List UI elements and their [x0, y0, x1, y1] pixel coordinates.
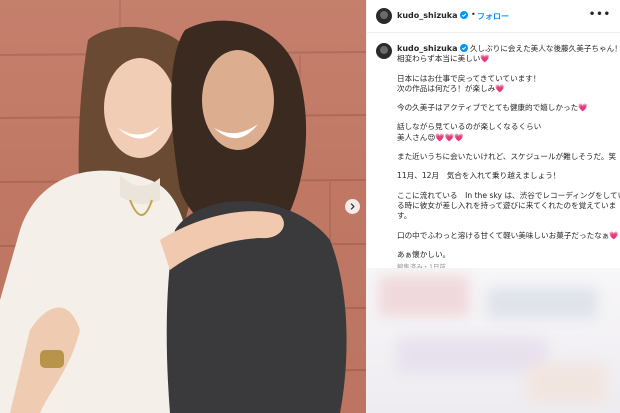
carousel-next-button[interactable]	[345, 199, 360, 214]
blur-shape	[379, 276, 469, 316]
avatar[interactable]	[376, 8, 392, 24]
more-options-icon[interactable]: •••	[589, 9, 611, 20]
caption-line: 美人さん😍💗💗💗	[397, 132, 464, 142]
header-username[interactable]: kudo_shizuka	[397, 11, 468, 20]
caption-username[interactable]: kudo_shizuka	[397, 44, 458, 53]
caption-block: kudo_shizuka 久しぶりに会えた美人な後藤久美子ちゃん！ 相変わらず本…	[367, 32, 620, 271]
caption-line: 話しながら見ているのが楽しくなるくらい	[397, 122, 542, 132]
chevron-right-icon	[350, 203, 355, 210]
caption-line: 久しぶりに会えた美人な後藤久美子ちゃん！	[469, 44, 620, 53]
blur-shape	[487, 288, 597, 318]
header-separator: •	[471, 10, 476, 19]
blur-shape	[397, 338, 547, 373]
caption-line: 11月、12月 気合を入れて乗り越えましょう！	[397, 171, 561, 181]
caption-line: 相変わらず本当に美しい💗	[397, 54, 490, 64]
username-text: kudo_shizuka	[397, 11, 458, 20]
blurred-comments-area	[367, 268, 620, 413]
verified-badge-icon	[459, 11, 468, 19]
post-side-panel: kudo_shizuka • フォロー ••• kudo_shizuka 久しぶ…	[366, 0, 620, 413]
follow-button[interactable]: フォロー	[477, 11, 509, 22]
post-photo[interactable]	[0, 0, 366, 413]
instagram-post-view: kudo_shizuka • フォロー ••• kudo_shizuka 久しぶ…	[0, 0, 620, 413]
photo-illustration	[0, 0, 366, 413]
caption-line: 次の作品は何だろ！が楽しみ💗	[397, 83, 505, 93]
caption-line: また近いうちに会いたいけれど、スケジュールが難しそうだ。笑	[397, 152, 617, 162]
caption-line: る時に彼女が差し入れを持って遊びに来てくれたのを覚えていま	[397, 200, 617, 210]
caption-line: 口の中でふわっと溶ける甘くて軽い美味しいお菓子だったなぁ💗	[397, 230, 619, 240]
verified-badge-icon	[459, 44, 468, 52]
caption-line: ここに流れている In the sky は、渋谷でレコーディングをしてい	[397, 190, 620, 200]
post-header: kudo_shizuka • フォロー •••	[367, 0, 620, 33]
caption-text: kudo_shizuka 久しぶりに会えた美人な後藤久美子ちゃん！ 相変わらず本…	[397, 44, 620, 272]
caption-line: あぁ懐かしい。	[397, 249, 451, 259]
caption-line: す。	[397, 211, 412, 221]
caption-line: 今の久美子はアクティブでとても健康的で嬉しかった💗	[397, 103, 588, 113]
caption-line: 日本にはお仕事で戻ってきていています！	[397, 73, 541, 83]
caption-avatar[interactable]	[376, 43, 392, 59]
blur-shape	[527, 363, 607, 403]
